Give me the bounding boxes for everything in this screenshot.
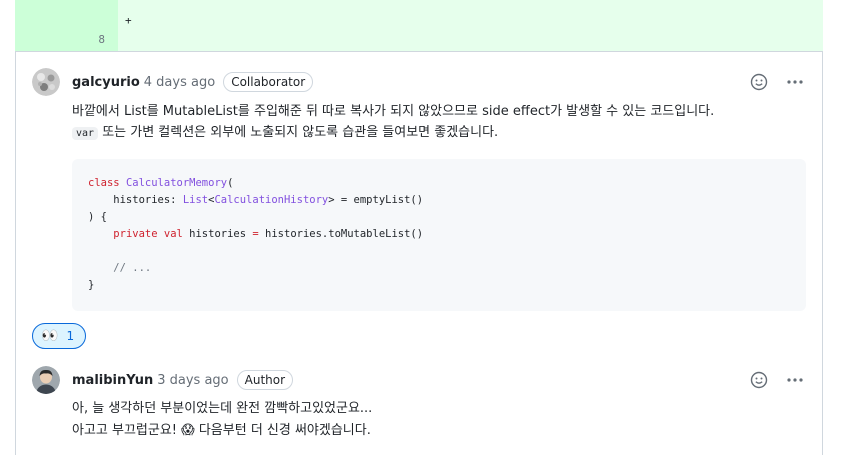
reaction-button[interactable]: 👀 1	[32, 323, 86, 349]
smiley-icon[interactable]	[747, 368, 771, 392]
comment-body-line: var 또는 가변 컬렉션은 외부에 노출되지 않도록 습관을 들여보면 좋겠습…	[72, 122, 498, 144]
code-token: CalculatorMemory	[125, 177, 228, 189]
comment-body-line: 아고고 부끄럽군요! 😱 다음부턴 더 신경 써야겠습니다.	[72, 420, 371, 441]
comment-body-line: 아, 늘 생각하던 부분이었는데 완전 깜빡하고있었군요...	[72, 398, 372, 419]
scream-emoji-icon: 😱	[181, 423, 195, 438]
code-token: }	[88, 279, 95, 291]
review-comment: galcyurio 4 days ago Collaborator 바깥에서 L…	[32, 68, 807, 311]
code-token: (	[227, 177, 234, 189]
comment-text: 아고고 부끄럽군요!	[72, 423, 182, 438]
code-line: }	[88, 277, 790, 294]
line-number: 9	[15, 51, 105, 52]
code-token: =	[252, 228, 266, 240]
code-line: // ...	[88, 260, 790, 277]
code-token: histories.toMutableList()	[265, 228, 424, 240]
code-token: ) {	[88, 211, 107, 223]
smiley-icon[interactable]	[747, 70, 771, 94]
comment-text: 아, 늘 생각하던 부분이었는데 완전 깜빡하고있었군요...	[72, 401, 373, 416]
avatar[interactable]	[32, 68, 60, 96]
comment-actions	[747, 70, 807, 94]
reaction-count: 1	[66, 329, 75, 343]
comment-text: 바깥에서 List를 MutableList를 주입해준 뒤 따로 복사가 되지…	[72, 104, 715, 119]
timestamp[interactable]: 3 days ago	[157, 373, 228, 388]
comment-header: galcyurio 4 days ago Collaborator	[72, 72, 314, 92]
role-badge: Author	[236, 370, 294, 390]
code-token: > = emptyList()	[328, 194, 424, 206]
code-token: List	[182, 194, 209, 206]
code-block: class CalculatorMemory( histories: List<…	[72, 159, 806, 311]
code-line: private val histories = histories.toMuta…	[88, 226, 790, 243]
avatar[interactable]	[32, 366, 60, 394]
code-line: histories: List<CalculationHistory> = em…	[88, 192, 790, 209]
kebab-horizontal-icon[interactable]	[783, 368, 807, 392]
diff-hunk: + 8 + class CalculatorMemory( 9 + privat…	[15, 0, 823, 52]
comment-actions	[747, 368, 807, 392]
diff-line: 9 + private val histories: MutableList<C…	[15, 31, 823, 51]
comment-text: 다음부턴 더 신경 써야겠습니다.	[194, 423, 371, 438]
role-badge: Collaborator	[223, 72, 314, 92]
review-comment: malibinYun 3 days ago Author 아, 늘 생각하던 부…	[32, 366, 807, 455]
code-token: histories:	[88, 194, 183, 206]
diff-line: 8 + class CalculatorMemory(	[15, 10, 823, 46]
author-name[interactable]: galcyurio	[72, 75, 140, 90]
inline-code: var	[72, 127, 99, 140]
comment-header: malibinYun 3 days ago Author	[72, 370, 294, 390]
code-token: CalculationHistory	[214, 194, 329, 206]
code-token: private val	[113, 228, 190, 240]
code-token: // ...	[88, 262, 152, 274]
timestamp[interactable]: 4 days ago	[144, 75, 215, 90]
comment-text: 또는 가변 컬렉션은 외부에 노출되지 않도록 습관을 들여보면 좋겠습니다.	[98, 125, 499, 140]
code-line: class CalculatorMemory(	[88, 175, 790, 192]
code-token: class	[88, 177, 126, 189]
author-name[interactable]: malibinYun	[72, 373, 153, 388]
comment-body-line: 바깥에서 List를 MutableList를 주입해준 뒤 따로 복사가 되지…	[72, 101, 714, 122]
code-line: ) {	[88, 209, 790, 226]
eyes-emoji-icon: 👀	[41, 328, 59, 344]
kebab-horizontal-icon[interactable]	[783, 70, 807, 94]
code-token: histories	[189, 228, 253, 240]
